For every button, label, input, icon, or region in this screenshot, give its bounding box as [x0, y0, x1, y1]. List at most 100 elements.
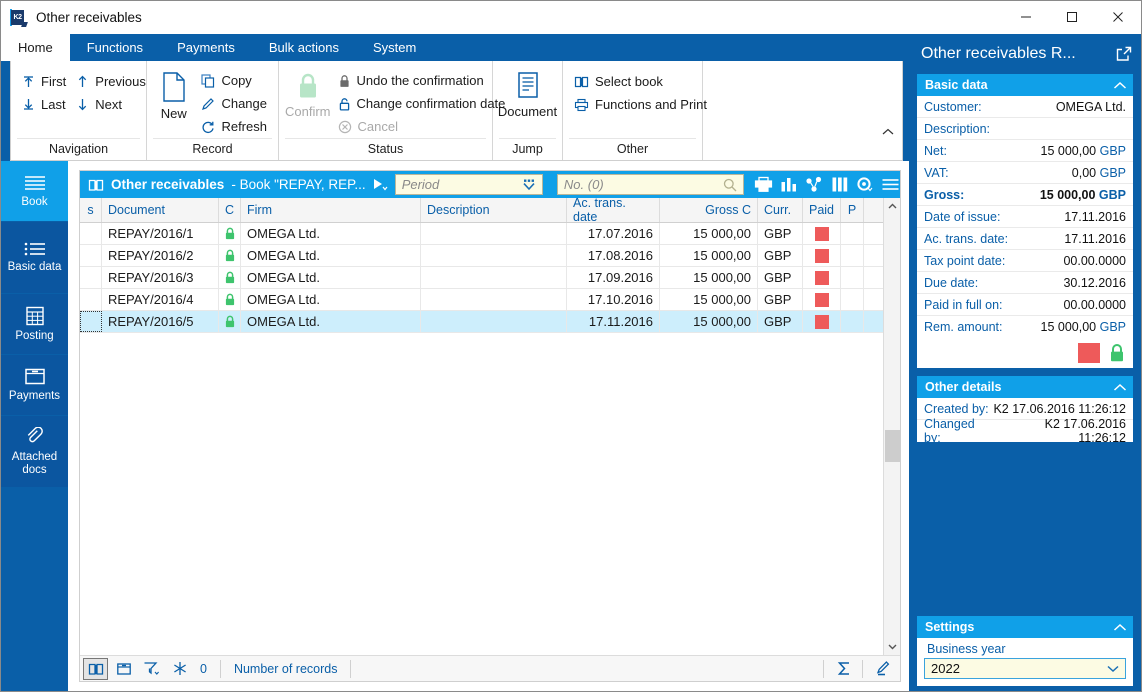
play-dropdown-icon[interactable]	[372, 177, 389, 192]
column-header-c[interactable]: C	[219, 198, 241, 222]
cell-document: REPAY/2016/1	[102, 223, 219, 244]
document-button[interactable]: Document	[498, 67, 557, 119]
share-icon[interactable]	[805, 176, 824, 193]
section-header-basic-data[interactable]: Basic data	[917, 74, 1133, 96]
edit-button[interactable]	[871, 658, 896, 680]
detail-currency: GBP	[1100, 320, 1126, 334]
row-select-cell[interactable]	[80, 289, 102, 310]
detail-currency: GBP	[1100, 144, 1126, 158]
cell-description	[421, 267, 567, 288]
sidebar-item-label-book: Book	[21, 196, 47, 209]
tab-system[interactable]: System	[356, 34, 433, 61]
change-button[interactable]: Change	[196, 92, 272, 115]
archive-view-button[interactable]	[111, 658, 136, 680]
scroll-up-button[interactable]	[884, 198, 900, 215]
chevron-up-icon[interactable]	[1113, 81, 1127, 90]
column-header-gross-c[interactable]: Gross C	[660, 198, 758, 222]
column-header-s[interactable]: s	[80, 198, 102, 222]
period-input[interactable]: Period	[395, 174, 543, 195]
column-header-curr[interactable]: Curr.	[758, 198, 803, 222]
detail-key: Date of issue:	[924, 210, 1000, 224]
hamburger-menu-icon[interactable]	[881, 176, 900, 193]
change-confirmation-date-button[interactable]: Change confirmation date	[333, 92, 511, 115]
snowflake-button[interactable]	[167, 658, 192, 680]
refresh-button[interactable]: Refresh	[196, 115, 272, 138]
row-select-cell[interactable]	[80, 267, 102, 288]
magnifier-icon[interactable]	[722, 177, 738, 193]
copy-button[interactable]: Copy	[196, 69, 272, 92]
table-row[interactable]: REPAY/2016/4 OMEGA Ltd. 17.10.2016 15 00…	[80, 289, 900, 311]
functions-and-print-button[interactable]: Functions and Print	[569, 93, 712, 116]
next-button[interactable]: Next	[71, 93, 151, 116]
row-select-cell[interactable]	[80, 311, 102, 332]
sidebar-item-book[interactable]: Book	[1, 161, 68, 222]
detail-key: Description:	[924, 122, 990, 136]
confirm-button[interactable]: Confirm	[285, 67, 331, 119]
maximize-button[interactable]	[1049, 1, 1095, 33]
sidebar-item-payments[interactable]: Payments	[1, 355, 68, 416]
minimize-button[interactable]	[1003, 1, 1049, 33]
chart-icon[interactable]	[780, 176, 798, 193]
chevron-up-icon[interactable]	[1113, 623, 1127, 632]
tab-functions[interactable]: Functions	[70, 34, 160, 61]
section-header-settings[interactable]: Settings	[917, 616, 1133, 638]
previous-button[interactable]: Previous	[71, 70, 151, 93]
book-view-button[interactable]	[83, 658, 108, 680]
business-year-select[interactable]: 2022	[924, 658, 1126, 679]
grid-vertical-scrollbar[interactable]	[883, 198, 900, 655]
detail-row: Paid in full on: 00.00.0000	[917, 294, 1133, 316]
popout-icon[interactable]	[1116, 46, 1132, 62]
scroll-down-button[interactable]	[884, 638, 901, 655]
row-select-cell[interactable]	[80, 223, 102, 244]
cell-document: REPAY/2016/2	[102, 245, 219, 266]
table-row[interactable]: REPAY/2016/2 OMEGA Ltd. 17.08.2016 15 00…	[80, 245, 900, 267]
book-icon	[574, 75, 589, 89]
cell-description	[421, 289, 567, 310]
new-button[interactable]: New	[153, 67, 194, 121]
cancel-button[interactable]: Cancel	[333, 115, 511, 138]
calendar-dropdown-icon[interactable]	[521, 177, 537, 193]
table-row[interactable]: REPAY/2016/1 OMEGA Ltd. 17.07.2016 15 00…	[80, 223, 900, 245]
column-header-document[interactable]: Document	[102, 198, 219, 222]
cancel-circle-icon	[338, 120, 352, 134]
first-button[interactable]: First	[17, 70, 71, 93]
table-row[interactable]: REPAY/2016/5 OMEGA Ltd. 17.11.2016 15 00…	[80, 311, 900, 333]
column-header-description[interactable]: Description	[421, 198, 567, 222]
chevron-up-icon[interactable]	[1113, 383, 1127, 392]
lock-grey-icon	[338, 74, 351, 88]
tab-bulk-actions[interactable]: Bulk actions	[252, 34, 356, 61]
chevron-up-icon[interactable]	[882, 128, 894, 136]
scrollbar-thumb[interactable]	[885, 430, 900, 462]
column-header-firm[interactable]: Firm	[241, 198, 421, 222]
confirm-label: Confirm	[285, 104, 331, 119]
sidebar-item-label-posting: Posting	[15, 330, 53, 343]
cell-p	[841, 311, 864, 332]
last-button[interactable]: Last	[17, 93, 71, 116]
sidebar-item-basic-data[interactable]: Basic data	[1, 222, 68, 294]
close-button[interactable]	[1095, 1, 1141, 33]
select-book-button[interactable]: Select book	[569, 70, 712, 93]
cell-paid	[803, 267, 841, 288]
tab-payments[interactable]: Payments	[160, 34, 252, 61]
chevron-down-icon[interactable]	[1106, 664, 1120, 673]
column-header-p[interactable]: P	[841, 198, 864, 222]
row-select-cell[interactable]	[80, 245, 102, 266]
print-icon[interactable]	[754, 176, 773, 193]
cell-document: REPAY/2016/5	[102, 311, 219, 332]
columns-icon[interactable]	[831, 176, 849, 193]
settings-gear-icon[interactable]	[856, 176, 874, 193]
column-header-paid[interactable]: Paid	[803, 198, 841, 222]
sidebar-item-posting[interactable]: Posting	[1, 294, 68, 355]
k2-logo-icon: K2	[10, 9, 28, 27]
search-input[interactable]: No. (0)	[557, 174, 744, 195]
sidebar-item-attached-docs[interactable]: Attached docs	[1, 416, 68, 488]
detail-key: Customer:	[924, 100, 982, 114]
column-header-ac-trans-date[interactable]: Ac. trans. date	[567, 198, 660, 222]
sum-button[interactable]	[832, 658, 857, 680]
filter-button[interactable]	[139, 658, 164, 680]
section-header-other-details[interactable]: Other details	[917, 376, 1133, 398]
table-row[interactable]: REPAY/2016/3 OMEGA Ltd. 17.09.2016 15 00…	[80, 267, 900, 289]
detail-key: VAT:	[924, 166, 949, 180]
undo-confirmation-button[interactable]: Undo the confirmation	[333, 69, 511, 92]
tab-home[interactable]: Home	[1, 34, 70, 61]
